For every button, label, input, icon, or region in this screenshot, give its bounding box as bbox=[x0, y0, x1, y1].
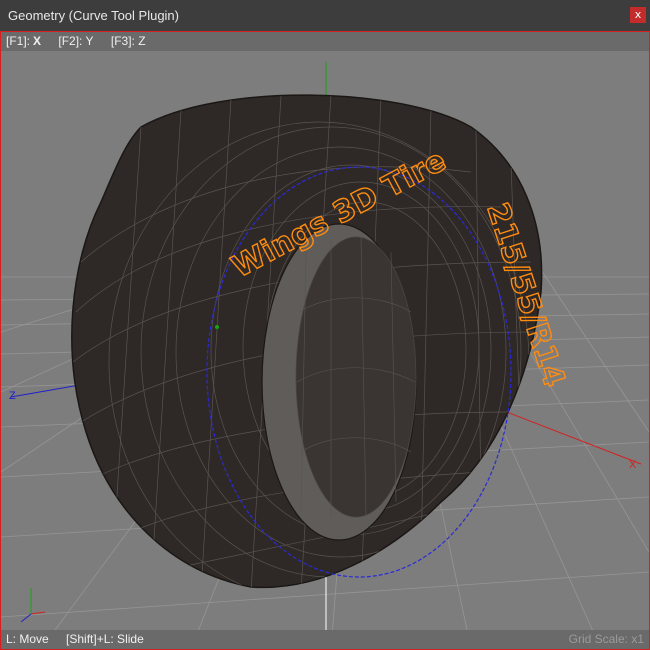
x-axis-label: X bbox=[629, 459, 637, 471]
axis-gizmo bbox=[20, 588, 46, 623]
tire-mesh[interactable] bbox=[71, 94, 543, 602]
status-bar: L: Move [Shift]+L: Slide Grid Scale: x1 bbox=[1, 630, 649, 649]
status-grid-scale: Grid Scale: x1 bbox=[568, 632, 644, 646]
tire-inner-wall bbox=[295, 236, 417, 518]
close-button[interactable]: x bbox=[630, 7, 646, 23]
hint-f1-key: [F1]: bbox=[6, 34, 31, 48]
3d-viewport[interactable]: [F1]: X [F2]: Y [F3]: Z X Z Wings 3D Tir… bbox=[0, 31, 650, 650]
z-axis-label: Z bbox=[9, 390, 16, 402]
hint-f2[interactable]: [F2]: Y bbox=[58, 34, 93, 48]
window-title: Geometry (Curve Tool Plugin) bbox=[8, 8, 179, 23]
status-move: L: Move bbox=[6, 632, 49, 646]
geometry-window: Geometry (Curve Tool Plugin) x [F1]: X [F… bbox=[0, 0, 650, 650]
curve-point[interactable] bbox=[215, 325, 219, 329]
hint-f3[interactable]: [F3]: Z bbox=[111, 34, 146, 48]
status-hints: L: Move [Shift]+L: Slide bbox=[6, 630, 158, 649]
status-slide: [Shift]+L: Slide bbox=[66, 632, 144, 646]
title-bar: Geometry (Curve Tool Plugin) x bbox=[0, 0, 650, 31]
hint-f1-value: X bbox=[33, 34, 42, 48]
scene-canvas[interactable]: X Z Wings 3D Tire 215/55/R14 bbox=[1, 32, 649, 649]
hint-f1[interactable]: [F1]: X bbox=[6, 34, 41, 48]
axis-hint-bar: [F1]: X [F2]: Y [F3]: Z bbox=[1, 32, 649, 51]
